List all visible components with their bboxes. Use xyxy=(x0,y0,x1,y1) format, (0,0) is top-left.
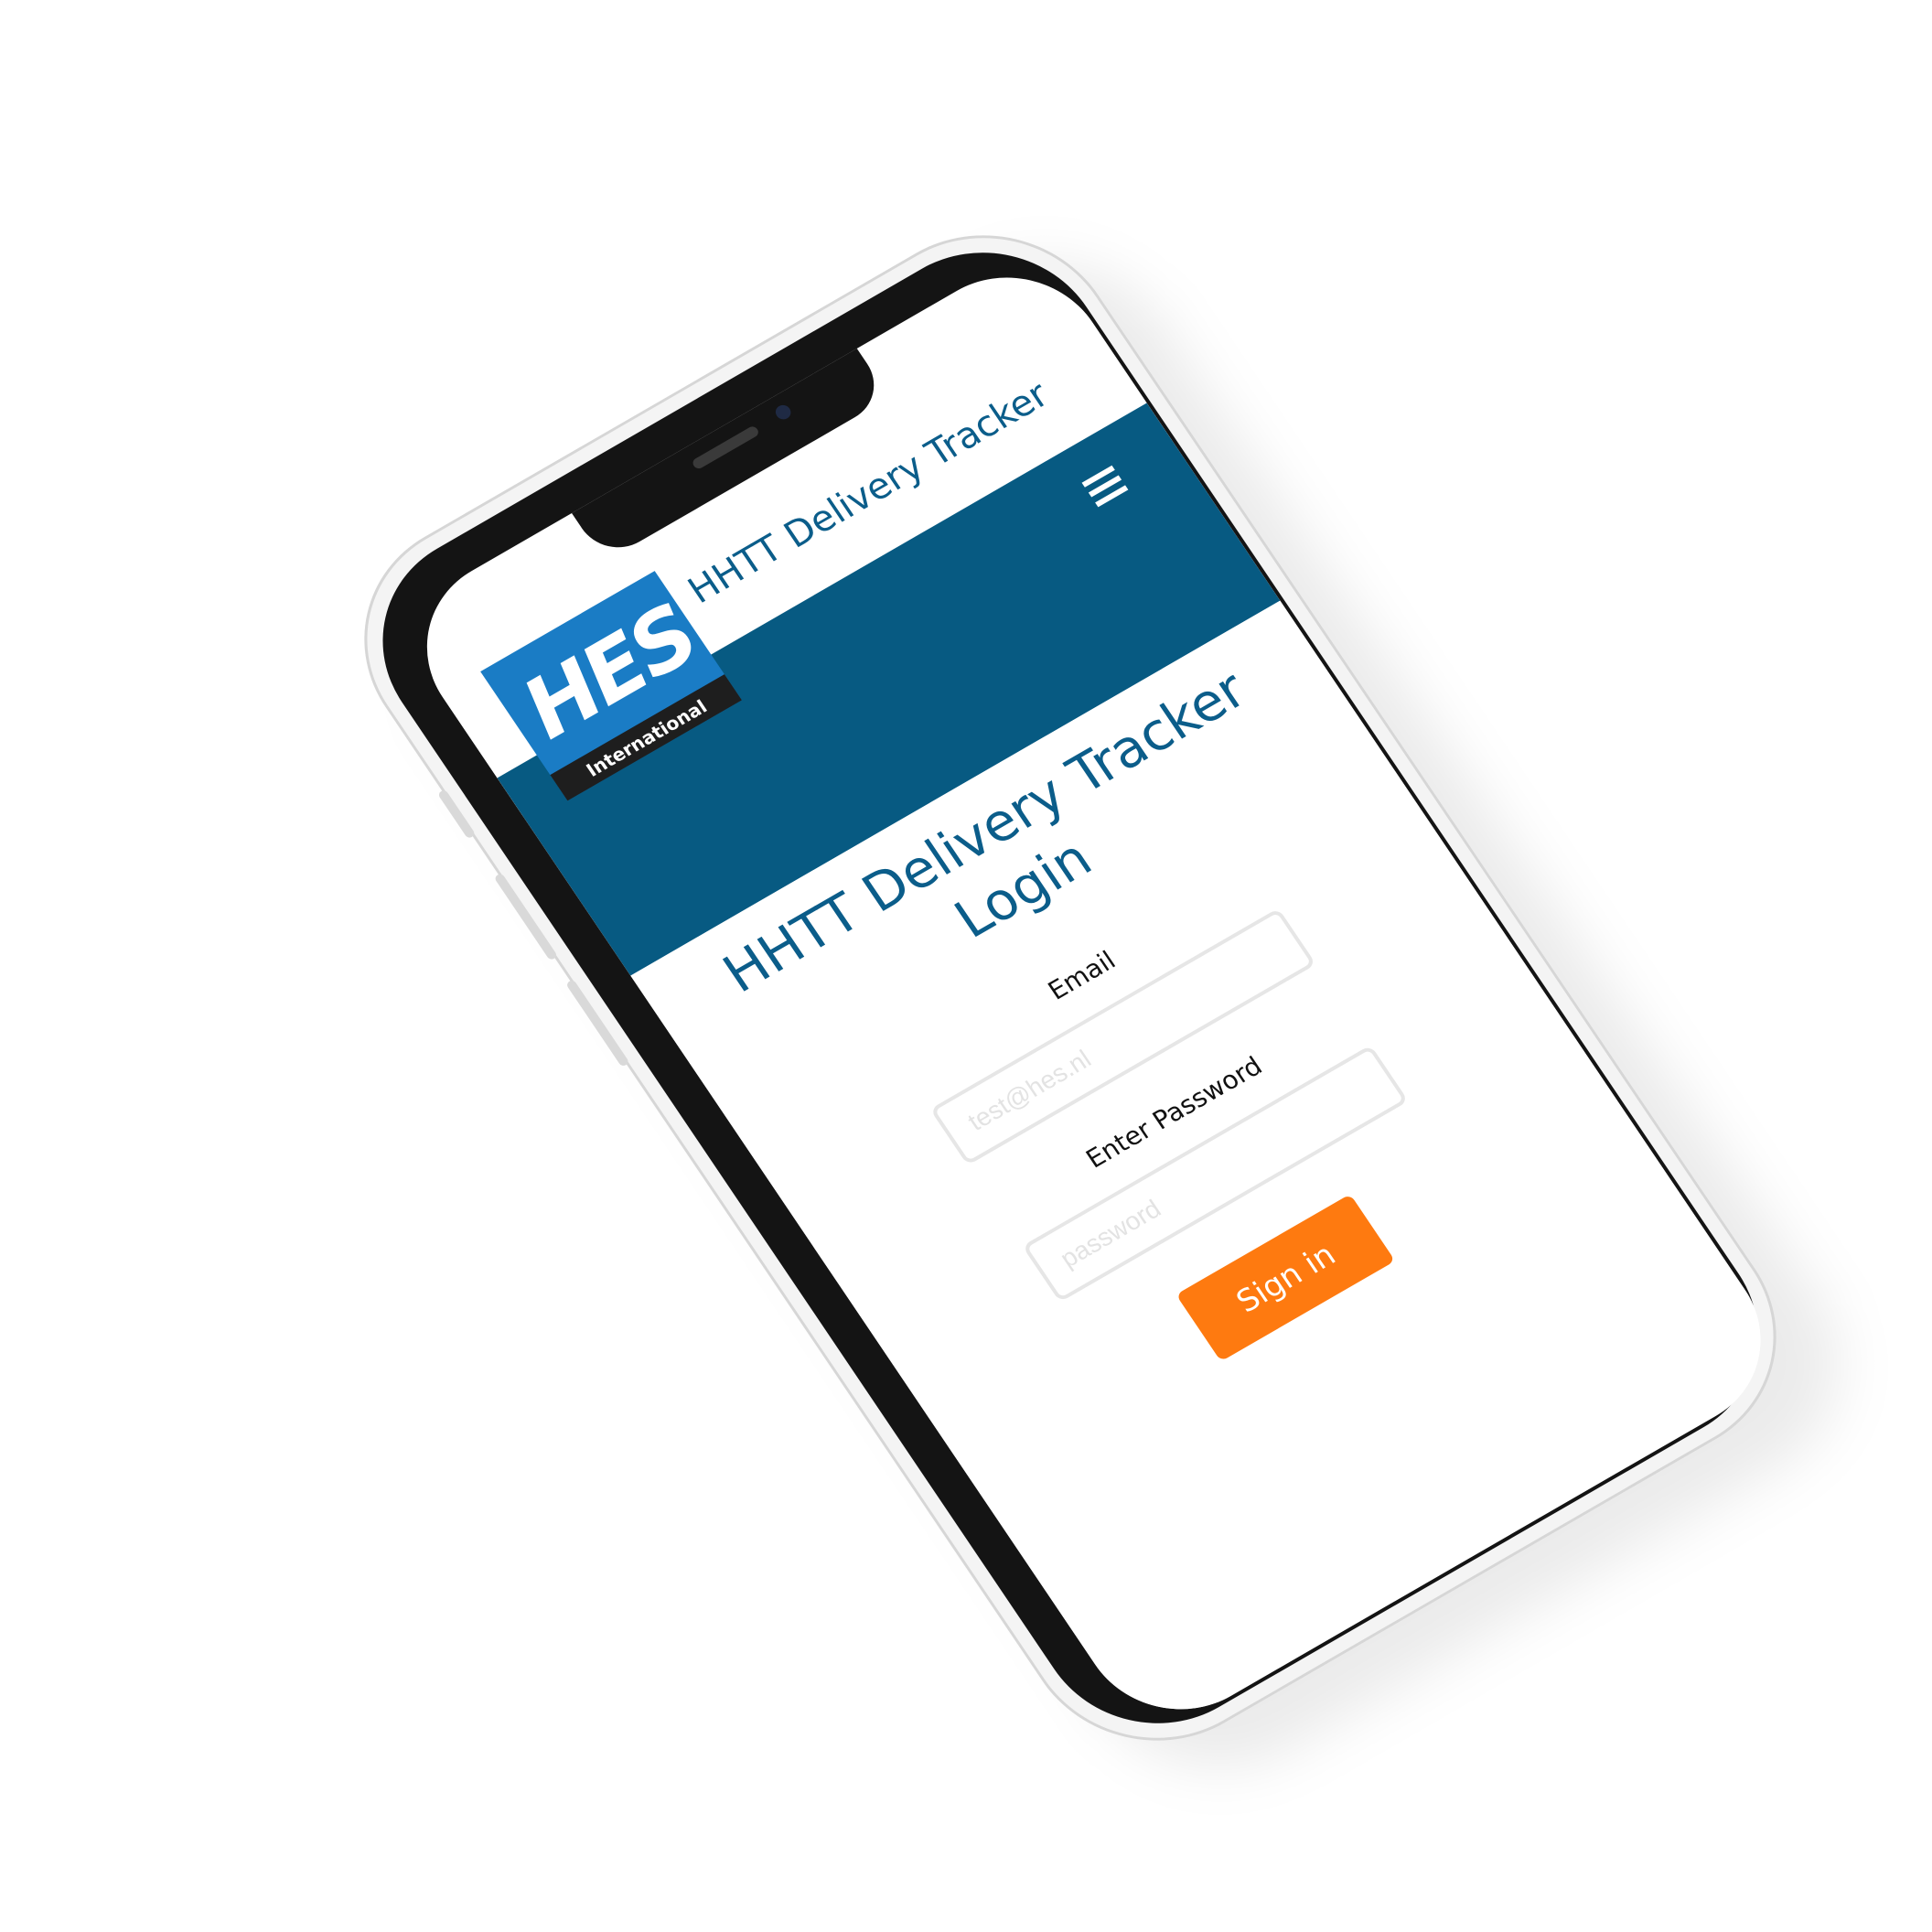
front-camera xyxy=(772,402,794,423)
sign-in-button[interactable]: Sign in xyxy=(1175,1194,1396,1362)
speaker-grille xyxy=(691,424,761,471)
phone-mockup: HES International HHTT Delivery Tracker xyxy=(314,188,1890,1815)
background: HES International HHTT Delivery Tracker xyxy=(0,0,1932,1932)
hamburger-menu-icon[interactable] xyxy=(1081,465,1129,508)
